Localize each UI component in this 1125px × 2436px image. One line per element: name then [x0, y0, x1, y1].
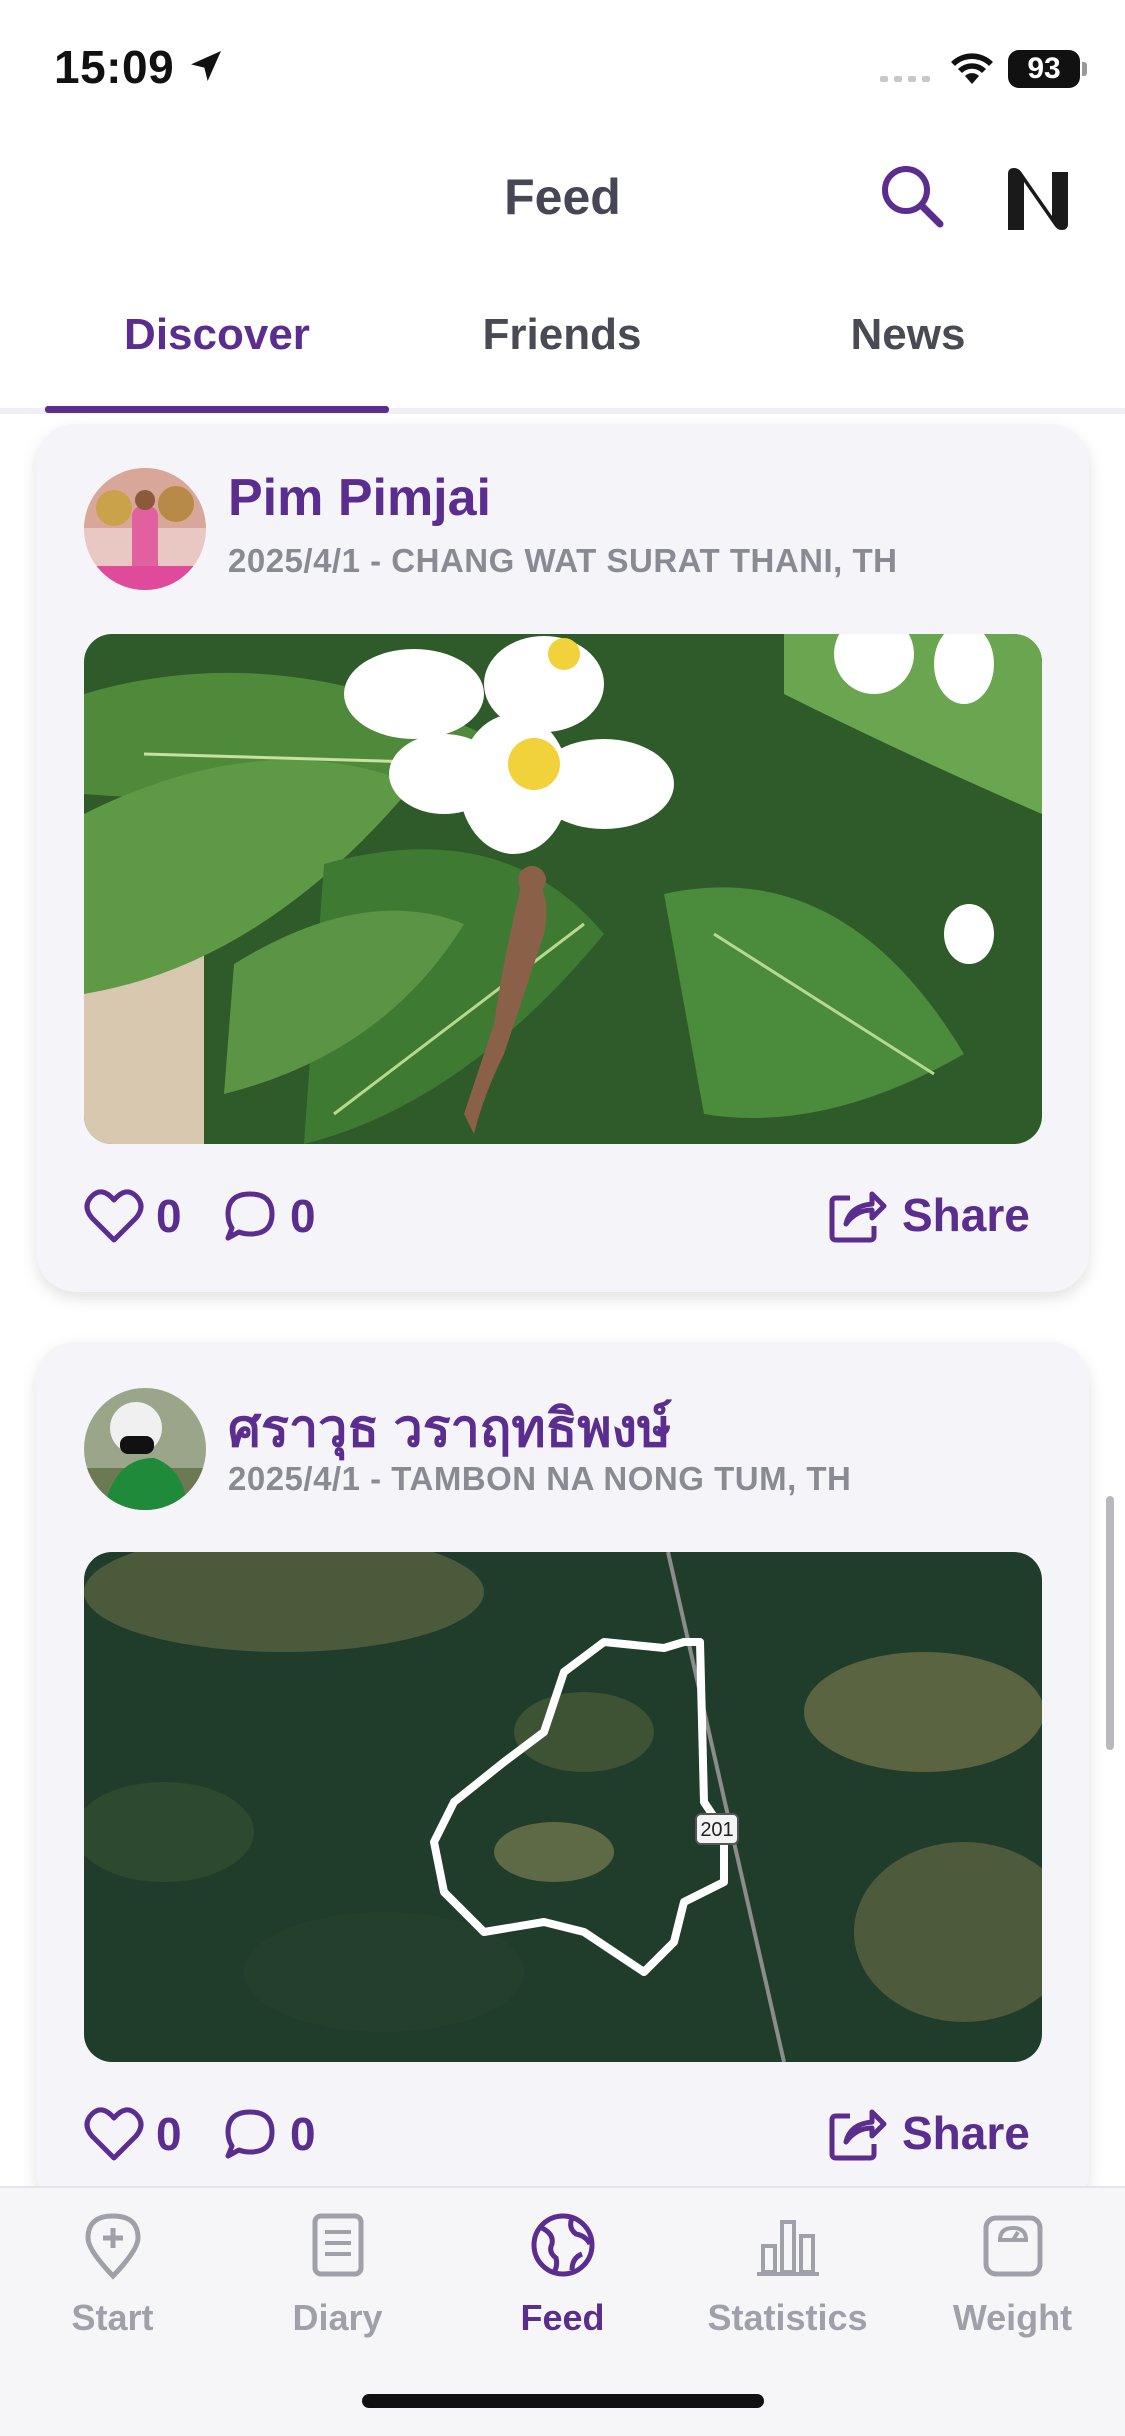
- like-button[interactable]: 0: [84, 2106, 182, 2162]
- nav-diary[interactable]: Diary: [225, 2210, 450, 2339]
- post-map[interactable]: 201: [84, 1552, 1042, 2062]
- nav-label: Start: [71, 2297, 154, 2338]
- comment-button[interactable]: 0: [222, 2106, 316, 2162]
- post-meta: 2025/4/1 - TAMBON NA NONG TUM, TH: [228, 1460, 852, 1497]
- diary-icon: [312, 2213, 363, 2277]
- nav-weight[interactable]: Weight: [900, 2210, 1125, 2339]
- scrollbar[interactable]: [1106, 1496, 1114, 1750]
- nav-label: Weight: [952, 2297, 1073, 2338]
- nav-statistics[interactable]: Statistics: [675, 2210, 900, 2339]
- avatar[interactable]: [84, 1388, 206, 1510]
- battery-icon: 93: [1008, 50, 1080, 88]
- nav-label: Statistics: [707, 2297, 868, 2338]
- post-meta: 2025/4/1 - CHANG WAT SURAT THANI, TH: [228, 542, 898, 579]
- avatar[interactable]: [84, 468, 206, 590]
- battery-tip: [1082, 62, 1087, 76]
- map-pin-plus-icon: [84, 2213, 141, 2280]
- nav-start[interactable]: Start: [0, 2210, 225, 2339]
- like-button[interactable]: 0: [84, 1188, 182, 1244]
- comment-count: 0: [290, 2108, 316, 2160]
- heart-icon: [84, 2107, 144, 2161]
- comment-icon: [225, 1191, 275, 1241]
- location-arrow-icon: [191, 51, 221, 81]
- like-count: 0: [156, 2108, 182, 2160]
- post-author[interactable]: ศราวุธ วราฤทธิพงษ์: [228, 1386, 671, 1469]
- tab-friends[interactable]: Friends: [390, 310, 734, 360]
- tab-discover[interactable]: Discover: [45, 310, 389, 360]
- status-bar: 15:09 93: [0, 0, 1125, 140]
- nav-label: Diary: [292, 2297, 383, 2338]
- share-icon: [829, 1191, 887, 1243]
- post-author[interactable]: Pim Pimjai: [228, 468, 491, 528]
- n-logo-icon[interactable]: [1002, 164, 1074, 234]
- share-button[interactable]: Share: [826, 2102, 1030, 2164]
- nav-feed[interactable]: Feed: [450, 2210, 675, 2339]
- share-label: Share: [902, 2107, 1030, 2159]
- comment-button[interactable]: 0: [222, 1188, 316, 1244]
- share-icon: [829, 2109, 887, 2161]
- page-title: Feed: [504, 169, 621, 225]
- like-count: 0: [156, 1190, 182, 1242]
- post-photo[interactable]: [84, 634, 1042, 1144]
- share-label: Share: [902, 1189, 1030, 1241]
- post-card[interactable]: ศราวุธ วราฤทธิพงษ์ 2025/4/1 - TAMBON NA …: [36, 1342, 1089, 2212]
- search-icon[interactable]: [876, 160, 946, 230]
- bar-chart-icon: [756, 2220, 819, 2276]
- heart-icon: [84, 1189, 144, 1243]
- signal-icon: [880, 76, 930, 82]
- comment-icon: [225, 2109, 275, 2159]
- share-button[interactable]: Share: [826, 1184, 1030, 1246]
- wifi-icon: [951, 53, 993, 84]
- post-card[interactable]: Pim Pimjai 2025/4/1 - CHANG WAT SURAT TH…: [36, 424, 1089, 1292]
- globe-icon: [531, 2213, 594, 2277]
- scale-icon: [983, 2215, 1042, 2277]
- tab-indicator: [45, 406, 389, 413]
- map-road-label: 201: [700, 1819, 733, 1841]
- home-indicator: [362, 2394, 764, 2408]
- feed-tabs: Discover Friends News: [0, 296, 1125, 414]
- comment-count: 0: [290, 1190, 316, 1242]
- tab-news[interactable]: News: [736, 310, 1080, 360]
- nav-label: Feed: [520, 2297, 605, 2338]
- status-time: 15:09: [54, 41, 175, 93]
